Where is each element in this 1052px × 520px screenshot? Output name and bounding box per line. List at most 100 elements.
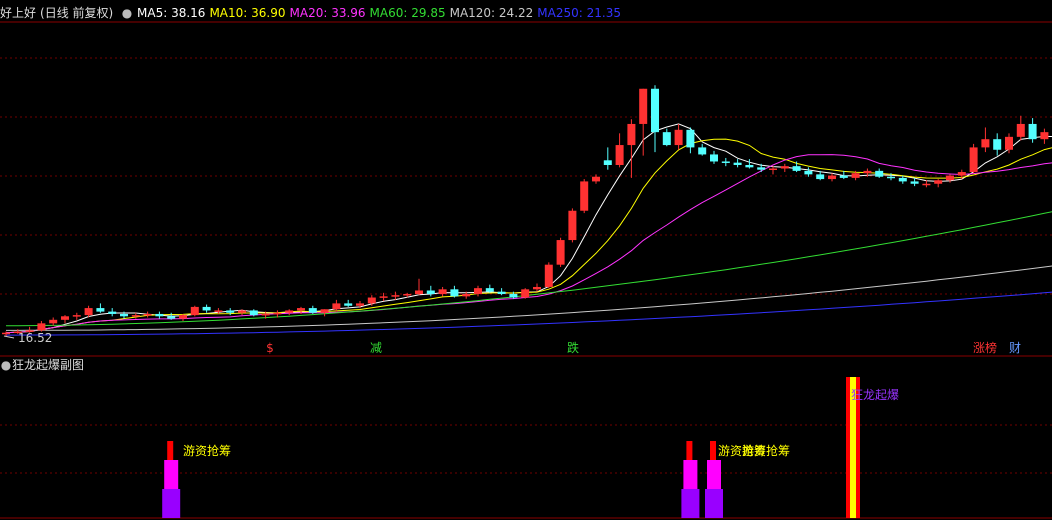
candle-body <box>993 139 1002 150</box>
ma-line-ma20 <box>5 154 1052 334</box>
signal-marker: 涨榜 <box>973 340 997 355</box>
candle-body <box>603 160 612 165</box>
candle-body <box>108 311 117 314</box>
candle-body <box>851 173 860 178</box>
candle-body <box>391 295 400 297</box>
candle-body <box>1016 123 1025 137</box>
candle-body <box>922 183 931 186</box>
candle-body <box>379 296 388 298</box>
candle-body <box>485 288 494 292</box>
candle-body <box>143 313 152 316</box>
sub-signal-label: 游资抢筹 <box>183 443 231 458</box>
candle-body <box>957 172 966 176</box>
candle-body <box>710 154 718 162</box>
candle-body <box>674 129 683 146</box>
candle-body <box>780 166 789 169</box>
candle-body <box>721 161 730 163</box>
ma-line-ma250 <box>6 291 1052 336</box>
signal-bar-top <box>686 441 693 460</box>
low-pointer <box>3 335 15 339</box>
candle-body <box>1028 123 1037 140</box>
candle-body <box>733 162 742 165</box>
candle-body <box>1040 132 1049 140</box>
candle-body <box>910 181 919 184</box>
signal-marker: 财 <box>1009 341 1021 355</box>
candle-body <box>898 177 907 182</box>
candle-body <box>887 176 895 179</box>
candle-body <box>72 315 81 317</box>
candle-body <box>356 303 364 306</box>
candle-body <box>875 170 884 177</box>
signal-marker: 减 <box>370 341 382 355</box>
candle-body <box>804 170 813 175</box>
candle-body <box>202 306 211 311</box>
candle-body <box>946 175 954 181</box>
candle-body <box>238 310 246 313</box>
candle-body <box>120 313 128 317</box>
candle-body <box>61 316 69 320</box>
candle-body <box>934 180 943 184</box>
candle-body <box>627 123 636 146</box>
candle-body <box>816 174 825 180</box>
candle-body <box>190 306 199 316</box>
candle-body <box>509 294 518 298</box>
candle-body <box>426 290 435 295</box>
candle-body <box>792 166 801 171</box>
candle-body <box>332 303 341 310</box>
signal-bar-base <box>162 489 181 518</box>
candle-body <box>131 315 140 317</box>
candle-body <box>615 145 624 165</box>
chart-canvas: 42.6116.52$减跌涨榜财游资抢筹游资抢筹游资抢筹狂龙起爆 <box>0 21 1052 519</box>
candle-body <box>214 310 223 312</box>
candle-body <box>839 175 848 178</box>
candle-body <box>438 289 447 295</box>
sub-signal-label: 狂龙起爆 <box>851 388 899 402</box>
candle-body <box>155 313 164 317</box>
candle-body <box>415 290 423 295</box>
candle-body <box>981 139 990 148</box>
candle-body <box>698 147 707 155</box>
candle-body <box>757 167 766 170</box>
sub-signal-label: 游资抢筹 <box>742 443 790 458</box>
candle-body <box>308 308 317 313</box>
signal-bar-mid <box>683 460 698 489</box>
candle-body <box>533 286 541 290</box>
candle-body <box>686 129 695 148</box>
candle-body <box>179 315 187 319</box>
candle-body <box>37 323 46 331</box>
candle-body <box>828 175 836 180</box>
candle-body <box>969 147 978 173</box>
candle-body <box>745 164 754 168</box>
ma-line-ma120 <box>6 265 1052 331</box>
candle-body <box>474 288 482 295</box>
candle-body <box>49 319 58 324</box>
candle-body <box>863 170 872 174</box>
candle-body <box>285 310 294 313</box>
candle-body <box>344 303 353 306</box>
signal-marker: $ <box>266 341 274 355</box>
candle-body <box>497 291 506 295</box>
candle-body <box>521 289 530 298</box>
candle-body <box>167 316 176 319</box>
signal-marker: 跌 <box>567 340 579 355</box>
candle-body <box>261 313 270 316</box>
low-label: 16.52 <box>18 331 52 345</box>
signal-bar-base <box>705 489 723 518</box>
signal-bar-top <box>167 441 174 460</box>
candle-body <box>639 88 648 124</box>
signal-bar-top <box>710 441 716 460</box>
candle-body <box>568 210 577 241</box>
candle-body <box>462 294 471 297</box>
candle-body <box>544 264 553 287</box>
candle-body <box>367 297 376 304</box>
candle-body <box>320 309 329 313</box>
candle-body <box>592 176 600 182</box>
candle-body <box>96 308 105 312</box>
candle-body <box>403 294 412 296</box>
candle-body <box>84 308 93 316</box>
candle-body <box>651 88 659 133</box>
candle-body <box>580 181 589 211</box>
candle-body <box>1005 136 1013 150</box>
candle-body <box>226 310 235 313</box>
signal-bar-mid <box>707 460 721 489</box>
